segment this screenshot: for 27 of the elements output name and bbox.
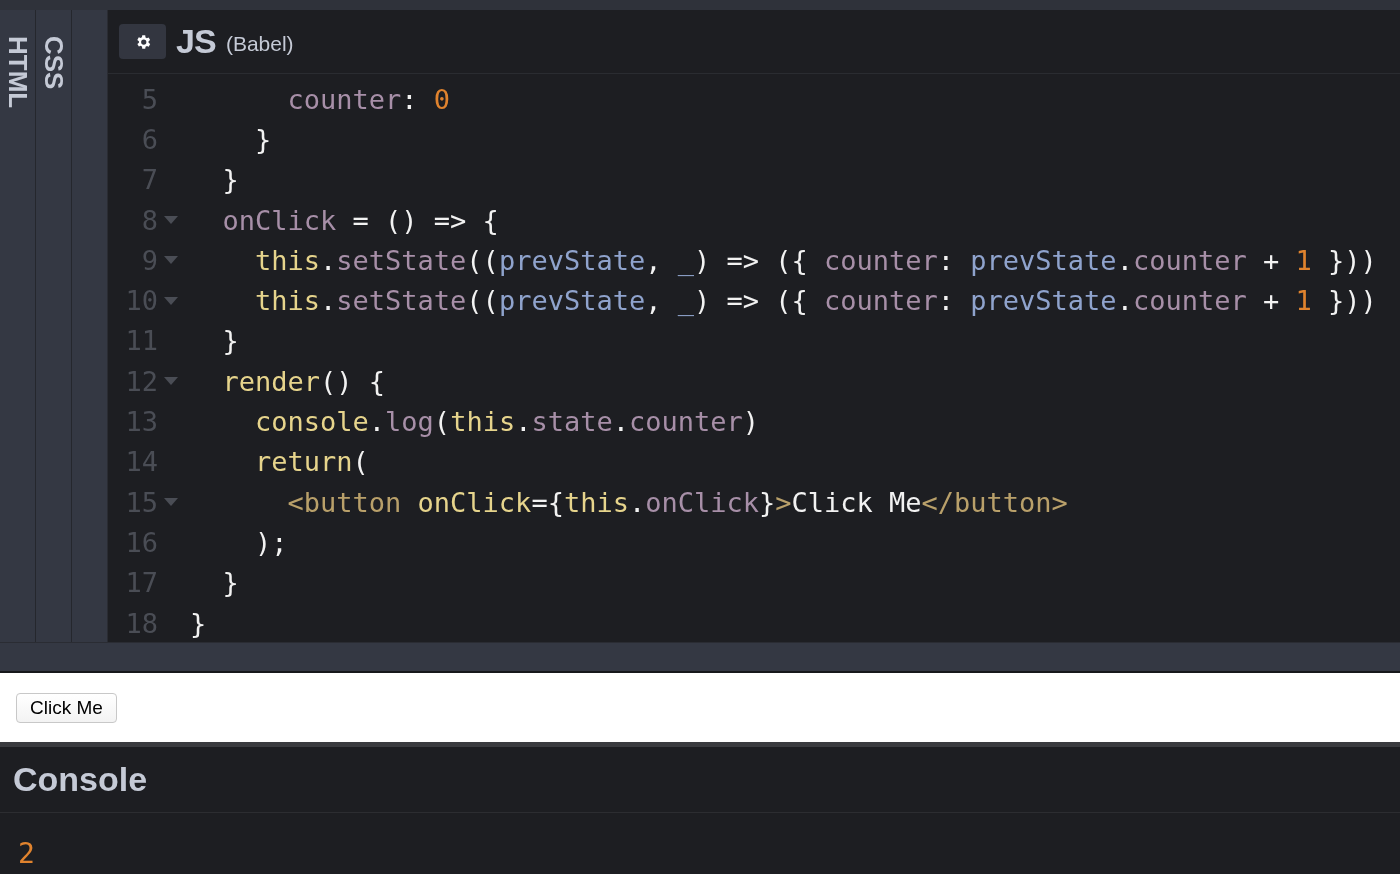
fold-arrow-icon[interactable] — [164, 256, 178, 265]
code-line: this.setState((prevState, _) => ({ counter: prevState.counter + 1 })) — [254, 287, 1377, 315]
fold-arrow-icon[interactable] — [164, 216, 178, 225]
code-line: this.setState((prevState, _) => ({ counter: prevState.counter + 1 })) — [254, 246, 1377, 274]
code-line: ); — [254, 528, 288, 556]
code-line: } — [190, 609, 207, 637]
side-tab[interactable]: CSS — [40, 36, 67, 90]
settings-button[interactable] — [119, 24, 166, 59]
code-line: onClick = () => { — [221, 206, 499, 234]
console-title: Console — [13, 759, 148, 800]
code-line: } — [221, 569, 239, 597]
code-line: console.log(this.state.counter) — [254, 408, 760, 435]
click-me-button[interactable]: Click Me — [16, 692, 117, 723]
editor-subtitle: (Babel) — [225, 30, 294, 57]
code-line: return( — [254, 448, 369, 476]
fold-arrow-icon[interactable] — [164, 296, 178, 305]
side-tab[interactable]: HTML — [4, 36, 31, 109]
console-output: 2 — [18, 836, 35, 872]
fold-arrow-icon[interactable] — [164, 377, 178, 386]
code-line: } — [221, 166, 239, 194]
editor-title: JS — [176, 21, 216, 62]
fold-arrow-icon[interactable] — [164, 498, 178, 507]
code-line: } — [254, 125, 272, 153]
code-line: <button onClick={this.onClick}>Click Me</button> — [286, 488, 1068, 516]
code-line: render() { — [221, 367, 386, 395]
code-line: counter: 0 — [286, 85, 451, 113]
code-line: } — [221, 327, 239, 355]
